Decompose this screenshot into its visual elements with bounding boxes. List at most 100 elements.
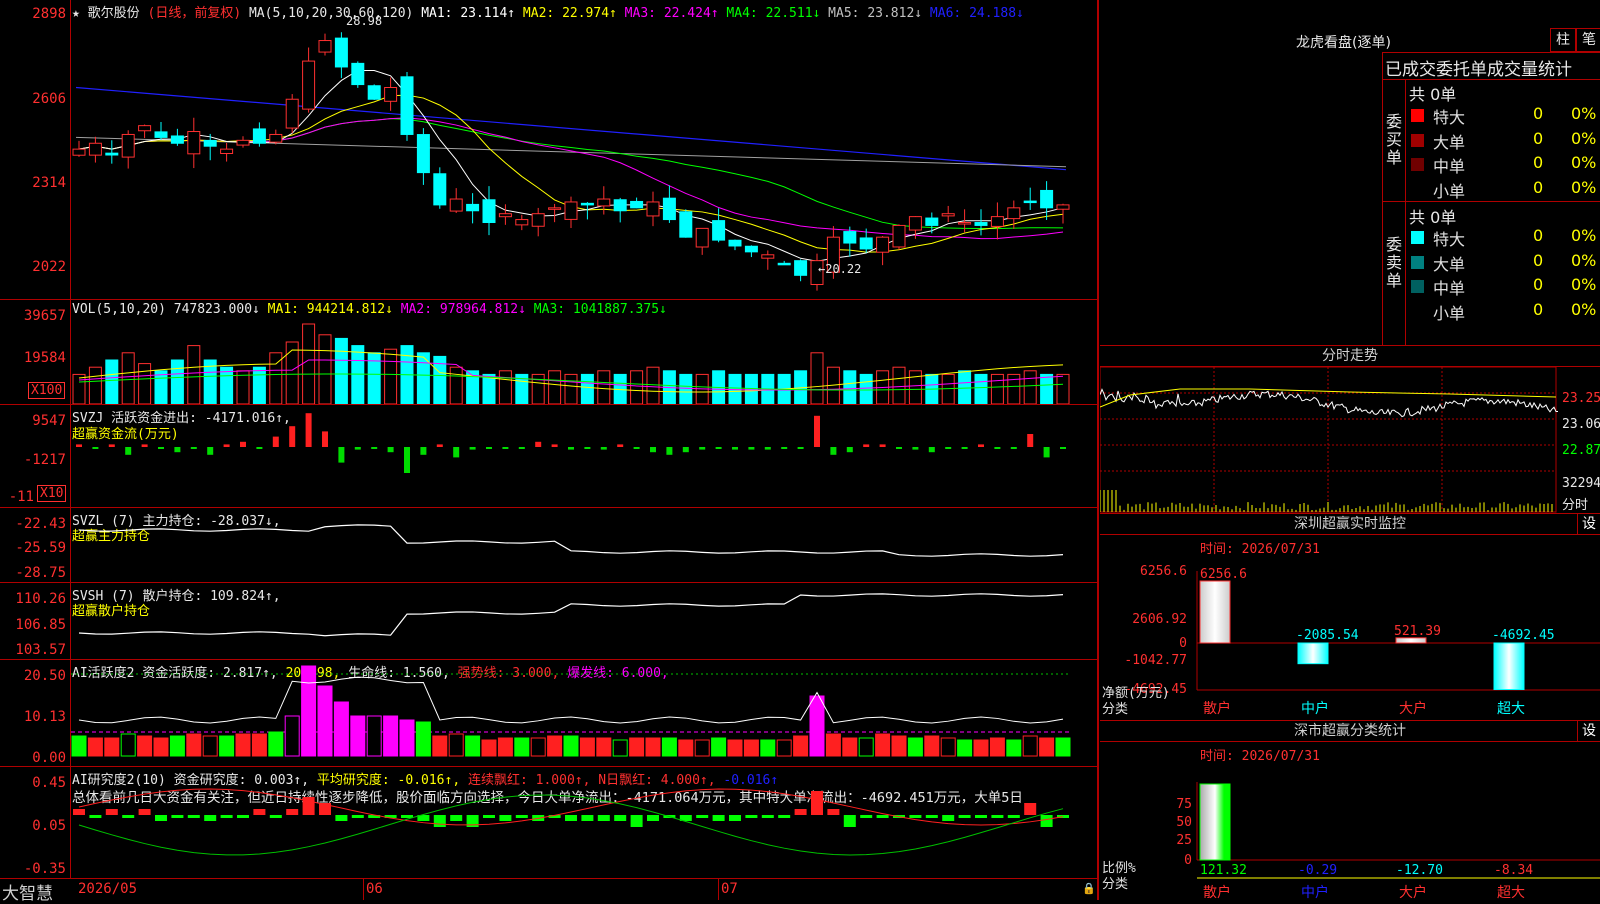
research-bar	[155, 815, 167, 821]
order-stats-table: 已成交委托单成交量统计 委买单 委卖单 共 0单 共 0单 特大 0 0% 大单 0 0%…	[1382, 52, 1600, 345]
category-label: 中户	[1301, 884, 1329, 901]
order-percent: 0%	[1571, 153, 1596, 172]
svzl-panel[interactable]: -22.43 -25.59 -28.75 SVZL (7) 主力持仓: -28.…	[0, 508, 1097, 583]
activity-bar	[630, 738, 644, 756]
order-color-swatch	[1411, 231, 1424, 244]
realtime-monitor-panel[interactable]: 深圳超赢实时监控设 时间: 2026/07/31 6256.6 2606.92 0-…	[1100, 513, 1600, 720]
volume-bar	[549, 371, 561, 404]
activity-bar	[121, 734, 135, 756]
classification-panel[interactable]: 深市超赢分类统计设 时间: 2026/07/31 75 50 25 0 121.32 散户…	[1100, 720, 1600, 900]
axis-tick-label: 0	[1179, 636, 1187, 651]
activity-bar	[728, 740, 742, 756]
footer-bar: 大智慧 2026/05 06 07 🔒	[0, 879, 1097, 900]
activity-bar	[548, 736, 562, 756]
candle-body	[286, 99, 298, 128]
activity-bar	[908, 738, 922, 756]
ratio-chart: 7550250121.32散户-0.29中户-12.70大户-8.34超大比例%…	[1100, 742, 1600, 901]
flow-bar	[240, 442, 246, 447]
volume-bar	[139, 364, 151, 404]
research-bar	[204, 815, 216, 821]
order-count: 0	[1533, 275, 1543, 294]
category-label: 散户	[1203, 700, 1231, 717]
order-percent: 0%	[1571, 129, 1596, 148]
volume-bar	[352, 346, 364, 404]
buy-side-label: 委买单	[1386, 113, 1402, 167]
research-bar	[122, 815, 134, 818]
ma-value: MA5: 23.812↓	[820, 6, 922, 21]
volume-panel[interactable]: 39657 19584 X100 VOL(5,10,20) 747823.000…	[0, 300, 1097, 405]
ai-research-label: 0.05	[0, 818, 66, 834]
svzj-panel[interactable]: 9547 -1217 -11 X10 SVZJ 活跃资金进出: -4171.01…	[0, 405, 1097, 508]
monitor-settings-button[interactable]: 设	[1577, 514, 1600, 534]
activity-bar	[154, 738, 168, 756]
candle-body	[483, 200, 495, 223]
activity-bar	[712, 738, 726, 756]
intraday-price: 22.87	[1562, 443, 1600, 458]
category-label: 超大	[1497, 701, 1525, 717]
intraday-panel[interactable]: 分时走势 23.25 23.06 22.87 32294 分时	[1100, 345, 1600, 513]
flow-bar	[273, 437, 279, 447]
volume-bar	[991, 374, 1003, 404]
flow-bar	[896, 447, 902, 449]
class-settings-button[interactable]: 设	[1577, 721, 1600, 741]
flow-bar	[781, 447, 787, 449]
flow-bar	[191, 447, 197, 449]
candle-body	[89, 143, 101, 155]
svzl-label: -28.75	[0, 565, 66, 581]
ai-research-panel[interactable]: 0.45 0.05 -0.35 AI研究度2(10) 资金研究度: 0.003↑…	[0, 767, 1097, 879]
flow-bar	[1027, 434, 1033, 447]
activity-bar	[646, 738, 660, 756]
unit-label: 净额(万元)	[1102, 686, 1170, 701]
intraday-price: 23.06	[1562, 417, 1600, 432]
order-color-swatch	[1411, 158, 1424, 171]
volume-bar	[1041, 374, 1053, 404]
bar-mode-button[interactable]: 柱	[1550, 28, 1576, 52]
axis-tick-label: 25	[1176, 833, 1192, 848]
activity-bar	[88, 738, 102, 756]
candle-body	[450, 199, 462, 211]
activity-bar	[531, 738, 545, 756]
ai-activity-panel[interactable]: 20.50 10.13 0.00 AI活跃度2 资金活跃度: 2.817↑, 2…	[0, 660, 1097, 767]
pen-mode-button[interactable]: 笔	[1576, 28, 1600, 52]
flow-bar	[945, 447, 951, 449]
candle-body	[663, 198, 675, 219]
order-count: 0	[1533, 178, 1543, 197]
research-bar	[73, 809, 85, 815]
price-line	[1100, 389, 1558, 416]
flow-bar	[437, 444, 443, 447]
lhb-panel: 龙虎看盘(逐单) 柱 笔 已成交委托单成交量统计 委买单 委卖单 共 0单 共 …	[1100, 0, 1600, 345]
activity-bar	[351, 716, 365, 756]
lock-icon[interactable]: 🔒	[1082, 882, 1096, 895]
order-type-label: 小单	[1433, 300, 1465, 324]
intraday-unit: 分时	[1562, 494, 1588, 513]
candle-body	[319, 41, 331, 53]
activity-bar	[613, 740, 627, 756]
bar-value-label: 6256.6	[1200, 567, 1247, 582]
flow-bar	[634, 447, 640, 449]
activity-bar	[662, 738, 676, 756]
flow-bar	[650, 447, 656, 452]
flow-bar	[863, 444, 869, 447]
divider	[1383, 201, 1600, 202]
activity-bar	[318, 686, 332, 756]
price-label: 2022	[0, 259, 66, 275]
panel-divider[interactable]	[1097, 0, 1099, 900]
volume-bar	[565, 374, 577, 404]
flow-bar	[306, 413, 312, 447]
candle-body	[631, 201, 643, 207]
candle-body	[221, 149, 233, 153]
retail-holding-line	[71, 583, 1097, 659]
date-label: 06	[366, 881, 383, 897]
ratio-value-label: -0.29	[1298, 863, 1337, 878]
research-bar	[975, 815, 987, 818]
svsh-panel[interactable]: 110.26 106.85 103.57 SVSH (7) 散户持仓: 109.…	[0, 583, 1097, 660]
star-icon[interactable]: ★	[72, 6, 80, 21]
research-bar	[713, 815, 725, 821]
order-color-swatch	[1411, 109, 1424, 122]
research-bar	[89, 815, 101, 818]
chart-mode[interactable]: (日线，前复权)	[148, 6, 242, 21]
flow-bar	[666, 447, 672, 455]
flow-bar	[716, 447, 722, 449]
main-chart-panel[interactable]: 2898 2606 2314 2022 ★ 歌尔股份 (日线，前复权) MA(5…	[0, 0, 1097, 300]
net-bar	[1298, 643, 1328, 664]
